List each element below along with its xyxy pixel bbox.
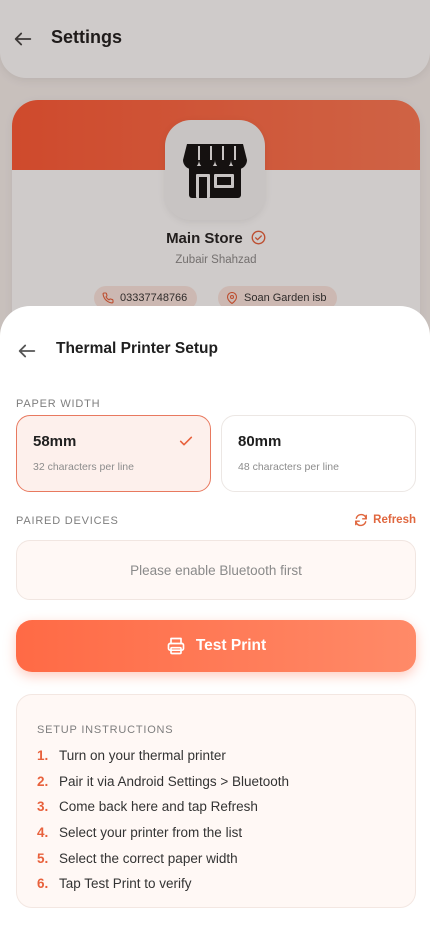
printer-setup-sheet: Thermal Printer Setup PAPER WIDTH 58mm 3… (0, 306, 430, 932)
list-item: 1. Turn on your thermal printer (37, 743, 289, 769)
sheet-title: Thermal Printer Setup (56, 340, 218, 357)
list-item: 6. Tap Test Print to verify (37, 871, 289, 897)
list-item: 4. Select your printer from the list (37, 820, 289, 846)
test-print-label: Test Print (195, 637, 267, 654)
step-text: Come back here and tap Refresh (59, 799, 258, 815)
back-arrow-icon[interactable] (16, 340, 38, 362)
paper-option-80mm[interactable]: 80mm 48 characters per line (221, 415, 416, 492)
setup-instructions-card: SETUP INSTRUCTIONS 1. Turn on your therma… (16, 694, 416, 908)
step-number: 3. (37, 799, 49, 815)
step-number: 4. (37, 825, 49, 841)
step-number: 2. (37, 773, 49, 789)
instructions-title: SETUP INSTRUCTIONS (37, 724, 174, 736)
sheet-header: Thermal Printer Setup (0, 306, 430, 390)
test-print-button[interactable]: Test Print (16, 620, 416, 672)
step-number: 1. (37, 748, 49, 764)
paired-devices-label: PAIRED DEVICES (16, 515, 119, 527)
step-number: 6. (37, 876, 49, 892)
step-text: Turn on your thermal printer (59, 748, 226, 764)
paper-option-title: 58mm (33, 433, 77, 450)
step-text: Pair it via Android Settings > Bluetooth (59, 773, 290, 789)
paper-option-58mm[interactable]: 58mm 32 characters per line (16, 415, 211, 492)
step-number: 5. (37, 850, 49, 866)
paired-devices-list: Please enable Bluetooth first (16, 540, 416, 600)
check-icon (179, 436, 193, 446)
list-item: 3. Come back here and tap Refresh (37, 794, 289, 820)
paper-option-subtitle: 32 characters per line (33, 461, 134, 473)
paper-width-label: PAPER WIDTH (16, 398, 101, 410)
instructions-list: 1. Turn on your thermal printer 2. Pair it… (37, 743, 289, 897)
paper-option-title: 80mm (238, 433, 282, 450)
refresh-icon (355, 513, 368, 527)
refresh-button[interactable]: Refresh (354, 513, 416, 527)
step-text: Tap Test Print to verify (59, 876, 192, 892)
refresh-label: Refresh (373, 514, 416, 526)
bluetooth-message: Please enable Bluetooth first (130, 562, 302, 578)
step-text: Select the correct paper width (59, 850, 238, 866)
list-item: 2. Pair it via Android Settings > Bluetoo… (37, 769, 289, 795)
printer-icon (167, 637, 185, 655)
list-item: 5. Select the correct paper width (37, 845, 289, 871)
paper-option-subtitle: 48 characters per line (238, 461, 339, 473)
step-text: Select your printer from the list (59, 825, 243, 841)
